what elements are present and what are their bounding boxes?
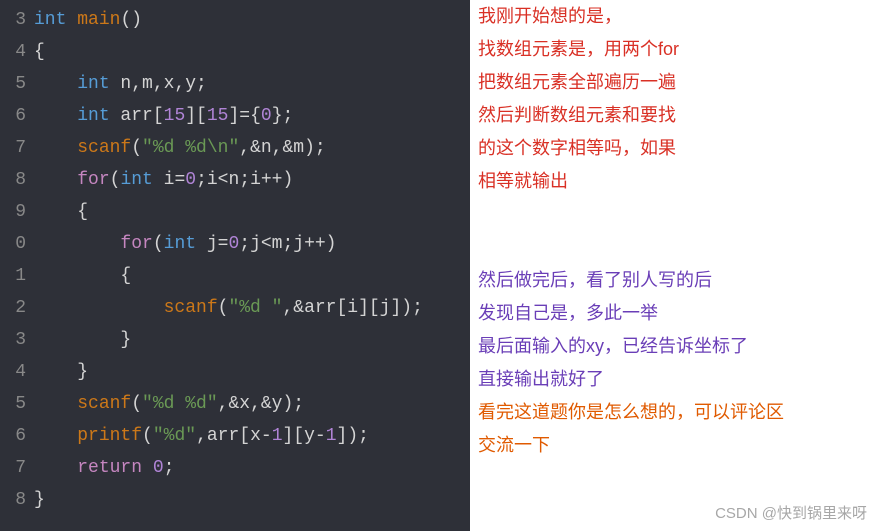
line-number: 7 bbox=[0, 452, 26, 484]
note-line: 发现自己是，多此一举 bbox=[478, 297, 877, 330]
code-line: int arr[15][15]={0}; bbox=[34, 100, 423, 132]
note-line: 把数组元素全部遍历一遍 bbox=[478, 66, 877, 99]
code-editor: 3456789012345678 int main(){ int n,m,x,y… bbox=[0, 0, 470, 531]
note-line: 找数组元素是，用两个for bbox=[478, 33, 877, 66]
line-number: 0 bbox=[0, 228, 26, 260]
note-line: 我刚开始想的是， bbox=[478, 0, 877, 33]
line-number: 2 bbox=[0, 292, 26, 324]
line-number: 6 bbox=[0, 420, 26, 452]
code-line: for(int i=0;i<n;i++) bbox=[34, 164, 423, 196]
code-line: } bbox=[34, 356, 423, 388]
note-group-revised: 然后做完后，看了别人写的后发现自己是，多此一举最后面输入的xy，已经告诉坐标了直… bbox=[478, 264, 877, 396]
code-line: for(int j=0;j<m;j++) bbox=[34, 228, 423, 260]
note-line: 的这个数字相等吗，如果 bbox=[478, 132, 877, 165]
line-number: 5 bbox=[0, 68, 26, 100]
note-line: 最后面输入的xy，已经告诉坐标了 bbox=[478, 330, 877, 363]
code-line: { bbox=[34, 36, 423, 68]
line-number: 3 bbox=[0, 4, 26, 36]
note-group-comment: 看完这道题你是怎么想的，可以评论区交流一下 bbox=[478, 396, 877, 462]
line-number: 4 bbox=[0, 36, 26, 68]
code-line: int n,m,x,y; bbox=[34, 68, 423, 100]
note-line: 看完这道题你是怎么想的，可以评论区 bbox=[478, 396, 877, 429]
line-gutter: 3456789012345678 bbox=[0, 0, 32, 531]
note-line: 交流一下 bbox=[478, 429, 877, 462]
code-content: int main(){ int n,m,x,y; int arr[15][15]… bbox=[32, 0, 429, 531]
code-line: scanf("%d %d",&x,&y); bbox=[34, 388, 423, 420]
line-number: 7 bbox=[0, 132, 26, 164]
code-line: int main() bbox=[34, 4, 423, 36]
line-number: 3 bbox=[0, 324, 26, 356]
note-line: 然后做完后，看了别人写的后 bbox=[478, 264, 877, 297]
line-number: 5 bbox=[0, 388, 26, 420]
line-number: 1 bbox=[0, 260, 26, 292]
line-number: 8 bbox=[0, 484, 26, 516]
annotation-panel: 我刚开始想的是，找数组元素是，用两个for把数组元素全部遍历一遍然后判断数组元素… bbox=[470, 0, 881, 531]
note-line: 相等就输出 bbox=[478, 165, 877, 198]
code-line: printf("%d",arr[x-1][y-1]); bbox=[34, 420, 423, 452]
code-line: { bbox=[34, 260, 423, 292]
line-number: 9 bbox=[0, 196, 26, 228]
code-line: { bbox=[34, 196, 423, 228]
line-number: 8 bbox=[0, 164, 26, 196]
code-line: } bbox=[34, 324, 423, 356]
code-line: } bbox=[34, 484, 423, 516]
code-line: scanf("%d %d\n",&n,&m); bbox=[34, 132, 423, 164]
note-group-initial: 我刚开始想的是，找数组元素是，用两个for把数组元素全部遍历一遍然后判断数组元素… bbox=[478, 0, 877, 198]
line-number: 6 bbox=[0, 100, 26, 132]
note-line: 直接输出就好了 bbox=[478, 363, 877, 396]
note-line: 然后判断数组元素和要找 bbox=[478, 99, 877, 132]
code-line: return 0; bbox=[34, 452, 423, 484]
line-number: 4 bbox=[0, 356, 26, 388]
code-line: scanf("%d ",&arr[i][j]); bbox=[34, 292, 423, 324]
